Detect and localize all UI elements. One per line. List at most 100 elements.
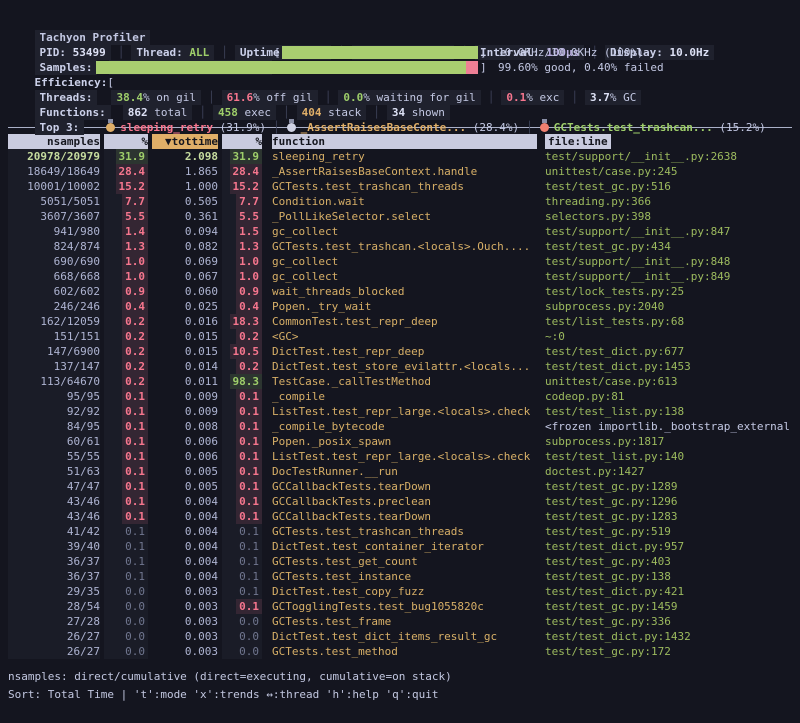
status-bar: PID: 53499│Thread: ALL│Uptime: 0m06s│Tim… [8,30,792,45]
table-row[interactable]: 41/420.10.0040.1GCTests.test_trashcan_th… [8,524,792,539]
table-row[interactable]: 3607/36075.50.3615.5_PollLikeSelector.se… [8,209,792,224]
table-row[interactable]: 824/8741.30.0821.3GCTests.test_trashcan.… [8,239,792,254]
table-row[interactable]: 18649/1864928.41.86528.4_AssertRaisesBas… [8,164,792,179]
table-row[interactable]: 5051/50517.70.5057.7Condition.waitthread… [8,194,792,209]
bracket-open: [ [274,45,281,60]
table-row[interactable]: 36/370.10.0040.1GCTests.test_instancetes… [8,569,792,584]
pct-cumulative-value: 0.0 [236,644,262,659]
cell-nsamples: 5051/5051 [8,194,100,209]
pct-direct-value: 0.1 [122,494,148,509]
pct-direct-value: 0.9 [122,284,148,299]
table-row[interactable]: 27/280.00.0030.0GCTests.test_frametest/t… [8,614,792,629]
table-row[interactable]: 84/950.10.0080.1_compile_bytecode<frozen… [8,419,792,434]
cell-function: gc_collect [272,224,537,239]
cell-tottime: 0.009 [152,389,218,404]
table-row[interactable]: 147/69000.20.01510.5DictTest.test_repr_d… [8,344,792,359]
column-header-nsamples[interactable]: nsamples [8,134,100,149]
table-row[interactable]: 92/920.10.0090.1ListTest.test_repr_large… [8,404,792,419]
cell-tottime: 0.082 [152,239,218,254]
cell-function: ListTest.test_repr_large.<locals>.check [272,449,537,464]
cell-file-line: test/test_gc.py:172 [545,644,792,659]
table-row[interactable]: 690/6901.00.0691.0gc_collecttest/support… [8,254,792,269]
cell-tottime: 0.016 [152,314,218,329]
pct-direct-value: 0.1 [122,569,148,584]
pct-cumulative-value: 0.1 [236,464,262,479]
cell-nsamples: 20978/20979 [8,149,100,164]
cell-file-line: test/support/__init__.py:2638 [545,149,792,164]
table-row[interactable]: 47/470.10.0050.1GCCallbackTests.tearDown… [8,479,792,494]
table-row[interactable]: 39/400.10.0040.1DictTest.test_container_… [8,539,792,554]
cell-pct-direct: 0.0 [104,599,148,614]
pct-cumulative-value: 0.1 [236,569,262,584]
column-header-pct2[interactable]: % [222,134,262,149]
pct-direct-value: 0.4 [122,299,148,314]
cell-file-line: test/test_gc.py:519 [545,524,792,539]
table-row[interactable]: 36/370.10.0040.1GCTests.test_get_countte… [8,554,792,569]
cell-nsamples: 41/42 [8,524,100,539]
column-header-tottime-sorted[interactable]: ▼tottime [152,134,218,149]
cell-nsamples: 39/40 [8,539,100,554]
table-row[interactable]: 246/2460.40.0250.4Popen._try_waitsubproc… [8,299,792,314]
pct-cumulative-value: 0.1 [236,539,262,554]
table-row[interactable]: 113/646700.20.01198.3TestCase._callTestM… [8,374,792,389]
column-header-pct1[interactable]: % [104,134,148,149]
samples-progress-bar [282,46,478,59]
cell-pct-cumulative: 1.0 [222,254,262,269]
table-row[interactable]: 162/120590.20.01618.3CommonTest.test_rep… [8,314,792,329]
cell-pct-cumulative: 0.1 [222,389,262,404]
pct-direct-value: 0.1 [122,404,148,419]
table-header: nsamples % ▼tottime % function file:line [8,134,792,149]
table-row[interactable]: 137/1470.20.0140.2DictTest.test_store_ev… [8,359,792,374]
table-row[interactable]: 602/6020.90.0600.9wait_threads_blockedte… [8,284,792,299]
table-row[interactable]: 55/550.10.0060.1ListTest.test_repr_large… [8,449,792,464]
pct-cumulative-value: 0.1 [236,404,262,419]
cell-pct-cumulative: 5.5 [222,209,262,224]
table-row[interactable]: 43/460.10.0040.1GCCallbackTests.preclean… [8,494,792,509]
pct-direct-value: 1.4 [122,224,148,239]
table-row[interactable]: 20978/2097931.92.09831.9sleeping_retryte… [8,149,792,164]
cell-file-line: test/test_list.py:140 [545,449,792,464]
cell-function: DictTest.test_dict_items_result_gc [272,629,537,644]
samples-bar-fill [282,46,478,59]
table-row[interactable]: 10001/1000215.21.00015.2GCTests.test_tra… [8,179,792,194]
cell-tottime: 0.094 [152,224,218,239]
column-header-file-line[interactable]: file:line [545,134,792,149]
cell-pct-cumulative: 0.1 [222,539,262,554]
table-row[interactable]: 43/460.10.0040.1GCCallbackTests.tearDown… [8,509,792,524]
cell-pct-cumulative: 1.3 [222,239,262,254]
table-row[interactable]: 29/350.00.0030.1DictTest.test_copy_fuzzt… [8,584,792,599]
footer-legend: nsamples: direct/cumulative (direct=exec… [8,669,792,684]
cell-function: _AssertRaisesBaseContext.handle [272,164,537,179]
table-row[interactable]: 60/610.10.0060.1Popen._posix_spawnsubpro… [8,434,792,449]
cell-nsamples: 602/602 [8,284,100,299]
pct-cumulative-value: 15.2 [230,179,263,194]
column-header-function[interactable]: function [272,134,537,149]
cell-pct-direct: 0.1 [104,434,148,449]
cell-file-line: test/list_tests.py:68 [545,314,792,329]
table-row[interactable]: 26/270.00.0030.0DictTest.test_dict_items… [8,629,792,644]
cell-pct-direct: 0.1 [104,449,148,464]
cell-tottime: 0.005 [152,479,218,494]
cell-function: DictTest.test_repr_deep [272,344,537,359]
bronze-medal-icon [540,123,549,132]
cell-tottime: 0.004 [152,509,218,524]
cell-pct-direct: 0.1 [104,524,148,539]
table-row[interactable]: 151/1510.20.0150.2<GC>~:0 [8,329,792,344]
table-row[interactable]: 941/9801.40.0941.5gc_collecttest/support… [8,224,792,239]
cell-file-line: test/test_gc.py:434 [545,239,792,254]
cell-function: _PollLikeSelector.select [272,209,537,224]
pct-direct-value: 0.1 [122,449,148,464]
threads-row: Threads:38.4% on gil│61.6% off gil│0.0% … [8,75,792,90]
cell-tottime: 0.004 [152,539,218,554]
table-row[interactable]: 95/950.10.0090.1_compilecodeop.py:81 [8,389,792,404]
cell-nsamples: 43/46 [8,494,100,509]
pct-direct-value: 0.1 [122,524,148,539]
cell-file-line: test/test_gc.py:403 [545,554,792,569]
cell-pct-direct: 15.2 [104,179,148,194]
table-row[interactable]: 668/6681.00.0671.0gc_collecttest/support… [8,269,792,284]
cell-pct-cumulative: 0.1 [222,419,262,434]
table-row[interactable]: 26/270.00.0030.0GCTests.test_methodtest/… [8,644,792,659]
cell-pct-direct: 7.7 [104,194,148,209]
table-row[interactable]: 51/630.10.0050.1DocTestRunner.__rundocte… [8,464,792,479]
table-row[interactable]: 28/540.00.0030.1GCTogglingTests.test_bug… [8,599,792,614]
